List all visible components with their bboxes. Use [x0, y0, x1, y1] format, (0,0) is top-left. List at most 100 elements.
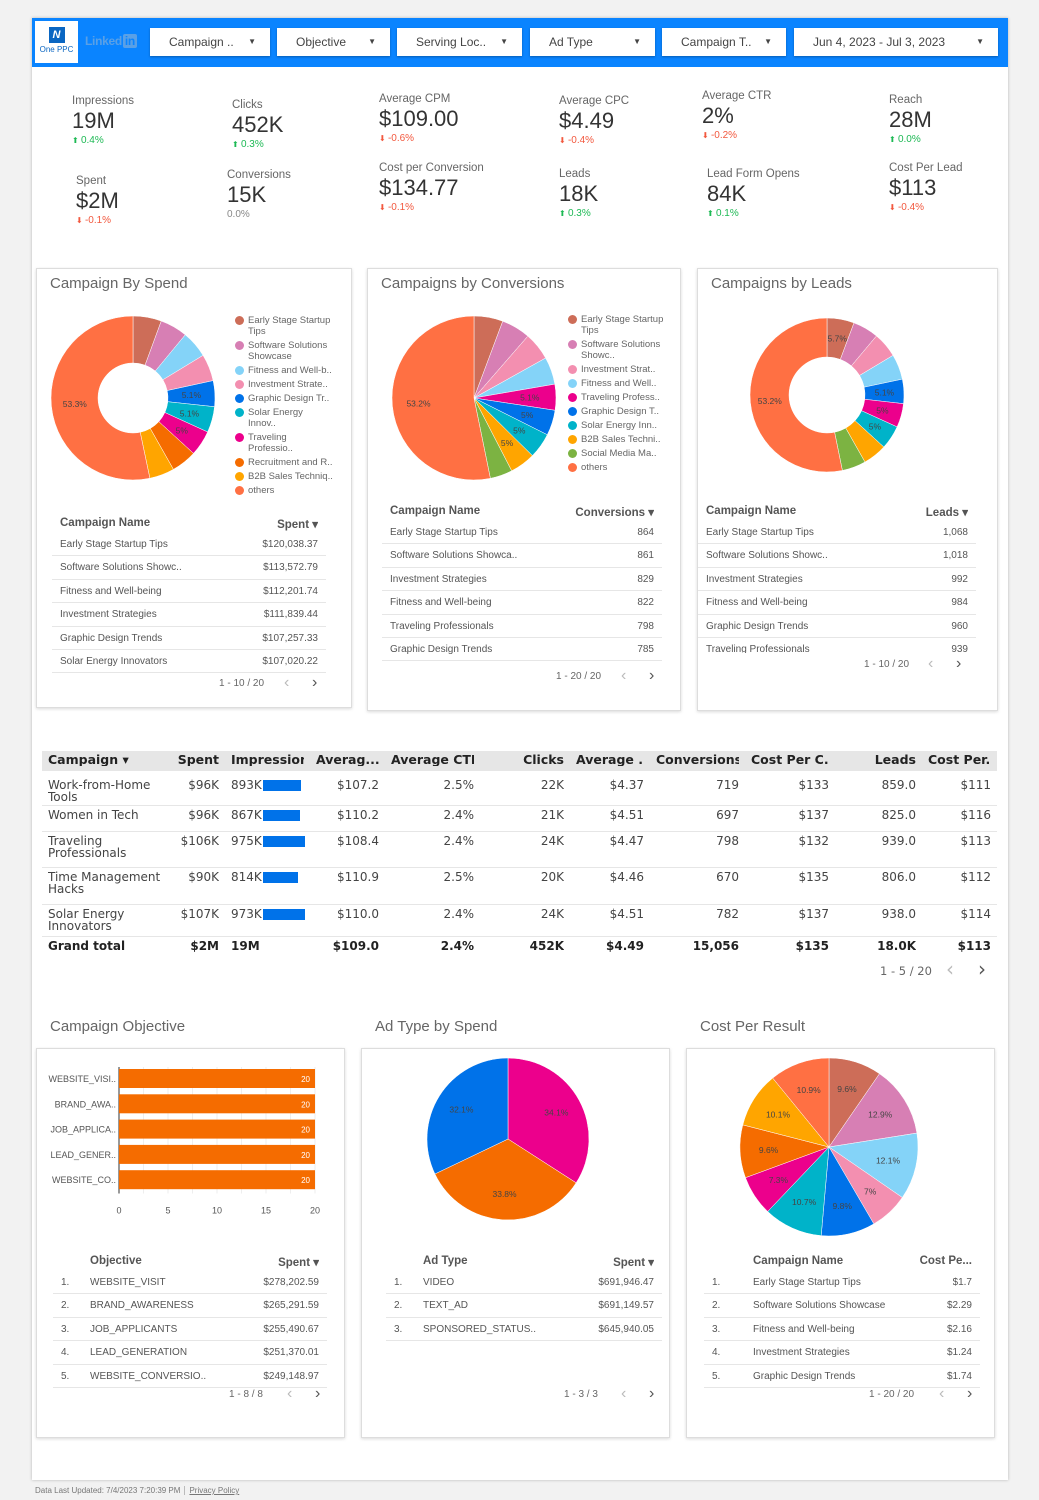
filter-dropdown[interactable]: Campaign .. ▼	[150, 28, 270, 56]
legend-item[interactable]: others	[568, 462, 664, 473]
column-header-sort[interactable]: Leads ▾	[926, 505, 968, 519]
column-header[interactable]: Impressions	[231, 754, 304, 766]
legend-item[interactable]: Solar Energy Inn..	[568, 420, 664, 431]
table-row[interactable]: Graphic Design Trends 785	[382, 638, 662, 662]
legend-item[interactable]: Recruitment and R..	[235, 457, 333, 468]
table-row[interactable]: 4. LEAD_GENERATION $251,370.01	[53, 1341, 327, 1365]
table-row[interactable]: Traveling Professionals 939	[698, 638, 976, 653]
table-row[interactable]: 4. Investment Strategies $1.24	[704, 1341, 980, 1365]
prev-page-icon[interactable]: ‹	[928, 656, 933, 672]
table-row[interactable]: Traveling Professionals 798	[382, 615, 662, 638]
prev-page-icon[interactable]: ‹	[621, 1386, 626, 1402]
legend-item[interactable]: Investment Strate..	[235, 379, 333, 390]
legend-item[interactable]: Early Stage Startup Tips	[235, 315, 333, 337]
table-row[interactable]: Solar Energy Innovators $107K 973K $110.0 2.…	[42, 905, 997, 937]
column-header[interactable]: Campaign Name	[753, 1255, 843, 1267]
filter-dropdown[interactable]: Campaign T.. ▼	[662, 28, 786, 56]
table-row[interactable]: Early Stage Startup Tips $120,038.37	[52, 533, 326, 557]
column-header[interactable]: Cost Per...	[928, 754, 991, 766]
table-row[interactable]: 3. Fitness and Well-being $2.16	[704, 1318, 980, 1342]
table-row[interactable]: 1. WEBSITE_VISIT $278,202.59	[53, 1271, 327, 1295]
column-header[interactable]: Cost Per C...	[751, 754, 829, 766]
filter-dropdown[interactable]: Serving Loc.. ▼	[397, 28, 522, 56]
filter-dropdown[interactable]: Jun 4, 2023 - Jul 3, 2023 ▼	[794, 28, 998, 56]
column-header[interactable]: Averag...	[316, 754, 379, 766]
legend-item[interactable]: Traveling Professio..	[235, 432, 333, 454]
table-row[interactable]: Early Stage Startup Tips 1,068	[698, 521, 976, 545]
table-row[interactable]: 2. TEXT_AD $691,149.57	[386, 1294, 662, 1318]
column-header[interactable]: Campaign Name	[390, 505, 480, 517]
column-header-sort[interactable]: Conversions ▾	[575, 505, 654, 519]
legend-item[interactable]: Software Solutions Showcase	[235, 340, 333, 362]
column-header[interactable]: Average ...	[576, 754, 644, 766]
filter-dropdown[interactable]: Ad Type ▼	[530, 28, 655, 56]
legend-item[interactable]: Software Solutions Showc..	[568, 339, 664, 361]
legend-item[interactable]: Investment Strat..	[568, 364, 664, 375]
next-page-icon[interactable]: ›	[967, 1386, 972, 1402]
next-page-icon[interactable]: ›	[649, 668, 654, 684]
table-row[interactable]: 1. VIDEO $691,946.47	[386, 1271, 662, 1295]
next-page-icon[interactable]: ›	[978, 959, 986, 979]
table-row[interactable]: 5. WEBSITE_CONVERSIO.. $249,148.97	[53, 1365, 327, 1388]
table-row[interactable]: Traveling Professionals $106K 975K $108.4 2.…	[42, 832, 997, 868]
legend-item[interactable]: Fitness and Well-b..	[235, 365, 333, 376]
prev-page-icon[interactable]: ‹	[284, 675, 289, 691]
table-row[interactable]: Software Solutions Showc.. $113,572.79	[52, 556, 326, 580]
bar[interactable]	[119, 1069, 315, 1088]
next-page-icon[interactable]: ›	[315, 1386, 320, 1402]
column-header-sort[interactable]: Spent ▾	[613, 1255, 654, 1269]
legend-item[interactable]: Graphic Design Tr..	[235, 393, 333, 404]
table-row[interactable]: 2. BRAND_AWARENESS $265,291.59	[53, 1294, 327, 1318]
column-header[interactable]: Average CTR	[391, 754, 474, 766]
bar[interactable]	[119, 1094, 315, 1114]
table-row[interactable]: Early Stage Startup Tips 864	[382, 521, 662, 545]
column-header-sort[interactable]: Spent ▾	[278, 1255, 319, 1269]
next-page-icon[interactable]: ›	[649, 1386, 654, 1402]
table-row[interactable]: Time Management Hacks $90K 814K $110.9 2.5% 2…	[42, 868, 997, 905]
table-row[interactable]: Investment Strategies 829	[382, 568, 662, 592]
table-row[interactable]: Solar Energy Innovators $107,020.22	[52, 650, 326, 674]
legend-item[interactable]: B2B Sales Techni..	[568, 434, 664, 445]
legend-item[interactable]: B2B Sales Techniq..	[235, 471, 333, 482]
legend-item[interactable]: Solar Energy Innov..	[235, 407, 333, 429]
table-row[interactable]: Investment Strategies 992	[698, 568, 976, 592]
table-row[interactable]: Fitness and Well-being 984	[698, 591, 976, 615]
bar[interactable]	[119, 1170, 315, 1190]
prev-page-icon[interactable]: ‹	[939, 1386, 944, 1402]
table-row[interactable]: Fitness and Well-being 822	[382, 591, 662, 615]
table-row[interactable]: 2. Software Solutions Showcase $2.29	[704, 1294, 980, 1318]
next-page-icon[interactable]: ›	[956, 656, 961, 672]
legend-item[interactable]: others	[235, 485, 333, 496]
table-row[interactable]: Graphic Design Trends 960	[698, 615, 976, 638]
column-header[interactable]: Spent	[174, 754, 219, 766]
column-header[interactable]: Campaign Name	[706, 505, 796, 517]
column-header[interactable]: Campaign Name	[60, 517, 150, 529]
table-row[interactable]: Software Solutions Showc.. 1,018	[698, 544, 976, 568]
table-row[interactable]: Graphic Design Trends $107,257.33	[52, 627, 326, 650]
bar[interactable]	[119, 1119, 315, 1139]
prev-page-icon[interactable]: ‹	[946, 959, 954, 979]
table-row[interactable]: Investment Strategies $111,839.44	[52, 603, 326, 627]
legend-item[interactable]: Graphic Design T..	[568, 406, 664, 417]
column-header[interactable]: Objective	[90, 1255, 142, 1267]
table-row[interactable]: Work-from-Home Tools $96K 893K $107.2 2.5% 22…	[42, 776, 997, 806]
column-header-sort[interactable]: Spent ▾	[277, 517, 318, 531]
legend-item[interactable]: Social Media Ma..	[568, 448, 664, 459]
column-header[interactable]: Leads	[841, 754, 916, 766]
next-page-icon[interactable]: ›	[312, 675, 317, 691]
table-row[interactable]: 3. JOB_APPLICANTS $255,490.67	[53, 1318, 327, 1342]
column-header[interactable]: Ad Type	[423, 1255, 468, 1267]
filter-dropdown[interactable]: Objective ▼	[277, 28, 390, 56]
column-header[interactable]: Conversions	[656, 754, 739, 766]
column-header[interactable]: Campaign ▾	[48, 754, 162, 766]
bar[interactable]	[119, 1144, 315, 1164]
prev-page-icon[interactable]: ‹	[621, 668, 626, 684]
legend-item[interactable]: Traveling Profess..	[568, 392, 664, 403]
table-row[interactable]: 3. SPONSORED_STATUS.. $645,940.05	[386, 1318, 662, 1342]
prev-page-icon[interactable]: ‹	[287, 1386, 292, 1402]
table-row[interactable]: Fitness and Well-being $112,201.74	[52, 580, 326, 604]
column-header[interactable]: Clicks	[486, 754, 564, 766]
privacy-policy-link[interactable]: Privacy Policy	[184, 1486, 240, 1495]
table-row[interactable]: 1. Early Stage Startup Tips $1.7	[704, 1271, 980, 1295]
legend-item[interactable]: Fitness and Well..	[568, 378, 664, 389]
